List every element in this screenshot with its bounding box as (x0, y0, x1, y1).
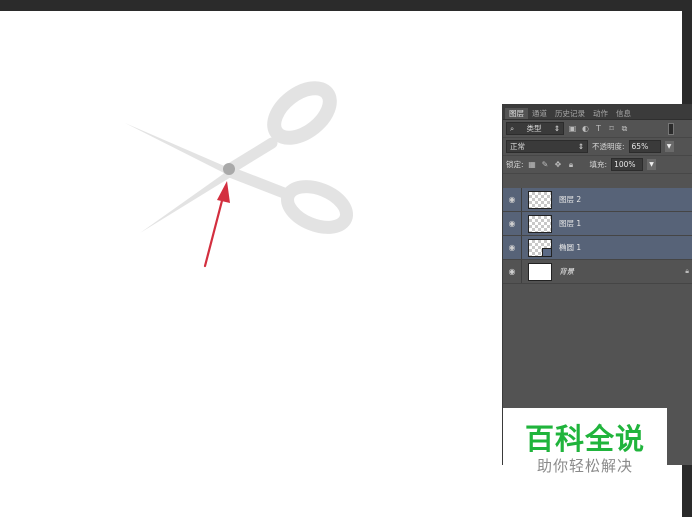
divider (521, 236, 522, 259)
blend-mode-value: 正常 (510, 142, 525, 151)
layer-filter-select[interactable]: ⌕ 类型 ⇕ (506, 122, 564, 135)
scissors-graphic (125, 81, 354, 234)
fill-dropdown-icon[interactable]: ▼ (647, 159, 657, 170)
layer-row-layer-2[interactable]: ◉ 图层 2 (503, 188, 692, 212)
watermark-logo: 百科全说 助你轻松解决 (503, 408, 667, 492)
layer-name: 图层 2 (559, 195, 582, 204)
shape-layer-icon (542, 247, 552, 257)
layer-filter-label: 类型 (526, 124, 542, 133)
watermark-subtitle: 助你轻松解决 (536, 457, 633, 475)
layer-thumbnail (528, 238, 552, 257)
opacity-label: 不透明度: (592, 142, 625, 151)
filter-row: ⌕ 类型 ⇕ ▣ ◐ T ⌑ ⧉ (503, 120, 692, 138)
top-bar (0, 0, 692, 11)
scissor-pivot (223, 163, 235, 175)
tab-info[interactable]: 信息 (612, 108, 635, 119)
filter-toggle[interactable] (668, 122, 674, 135)
divider (521, 188, 522, 211)
search-icon: ⌕ (510, 123, 515, 133)
lock-all-icon[interactable]: 🔒︎ (567, 160, 576, 169)
panel-tabs: 图层 通道 历史记录 动作 信息 (503, 105, 692, 120)
layer-name: 背景 (559, 267, 574, 276)
fill-label: 填充: (589, 160, 608, 169)
scissor-blade-lower (140, 172, 231, 233)
eye-icon[interactable]: ◉ (503, 267, 521, 276)
layer-thumbnail (528, 262, 552, 281)
lock-icon: 🔒︎ (685, 267, 689, 275)
lock-brush-icon[interactable]: ✎ (541, 160, 550, 169)
scissor-handle-upper (267, 81, 337, 145)
blend-row: 正常 ⇕ 不透明度: 65% ▼ (503, 138, 692, 156)
layer-row-background[interactable]: ◉ 背景 🔒︎ (503, 260, 692, 284)
red-arrow (203, 181, 230, 268)
scissor-shank-upper (222, 137, 278, 176)
layer-name: 图层 1 (559, 219, 582, 228)
fill-input[interactable]: 100% (611, 158, 644, 171)
select-arrows-icon: ⇕ (553, 124, 560, 133)
watermark-title: 百科全说 (524, 422, 645, 456)
tab-layers[interactable]: 图层 (505, 108, 528, 119)
opacity-input[interactable]: 65% (628, 140, 661, 153)
scissor-handle-lower (280, 180, 354, 234)
tab-channels[interactable]: 通道 (528, 108, 551, 119)
shape-filter-icon[interactable]: ⌑ (607, 124, 616, 133)
eye-icon[interactable]: ◉ (503, 219, 521, 228)
layer-name: 椭圆 1 (559, 243, 582, 252)
lock-transparent-icon[interactable]: ▦ (528, 160, 537, 169)
layer-row-layer-1[interactable]: ◉ 图层 1 (503, 212, 692, 236)
adjustment-filter-icon[interactable]: ◐ (581, 124, 590, 133)
layer-thumbnail (528, 190, 552, 209)
layer-list: ◉ 图层 2 ◉ 图层 1 ◉ 椭圆 1 ◉ 背景 🔒︎ (503, 188, 692, 284)
layer-thumbnail (528, 214, 552, 233)
divider (521, 212, 522, 235)
divider (521, 260, 522, 283)
smart-object-filter-icon[interactable]: ⧉ (620, 124, 629, 133)
type-filter-icon[interactable]: T (594, 124, 603, 133)
tab-history[interactable]: 历史记录 (551, 108, 589, 119)
eye-icon[interactable]: ◉ (503, 195, 521, 204)
lock-row: 锁定: ▦ ✎ ✥ 🔒︎ 填充: 100% ▼ (503, 156, 692, 174)
select-arrows-icon: ⇕ (577, 142, 584, 151)
eye-icon[interactable]: ◉ (503, 243, 521, 252)
layer-row-ellipse-1[interactable]: ◉ 椭圆 1 (503, 236, 692, 260)
blend-mode-select[interactable]: 正常 ⇕ (506, 140, 588, 153)
pixel-filter-icon[interactable]: ▣ (568, 124, 577, 133)
scissor-shank-lower (224, 166, 290, 199)
lock-label: 锁定: (506, 160, 524, 169)
scissor-blade-upper (125, 123, 229, 174)
tab-actions[interactable]: 动作 (589, 108, 612, 119)
lock-move-icon[interactable]: ✥ (554, 160, 563, 169)
opacity-dropdown-icon[interactable]: ▼ (664, 141, 674, 152)
